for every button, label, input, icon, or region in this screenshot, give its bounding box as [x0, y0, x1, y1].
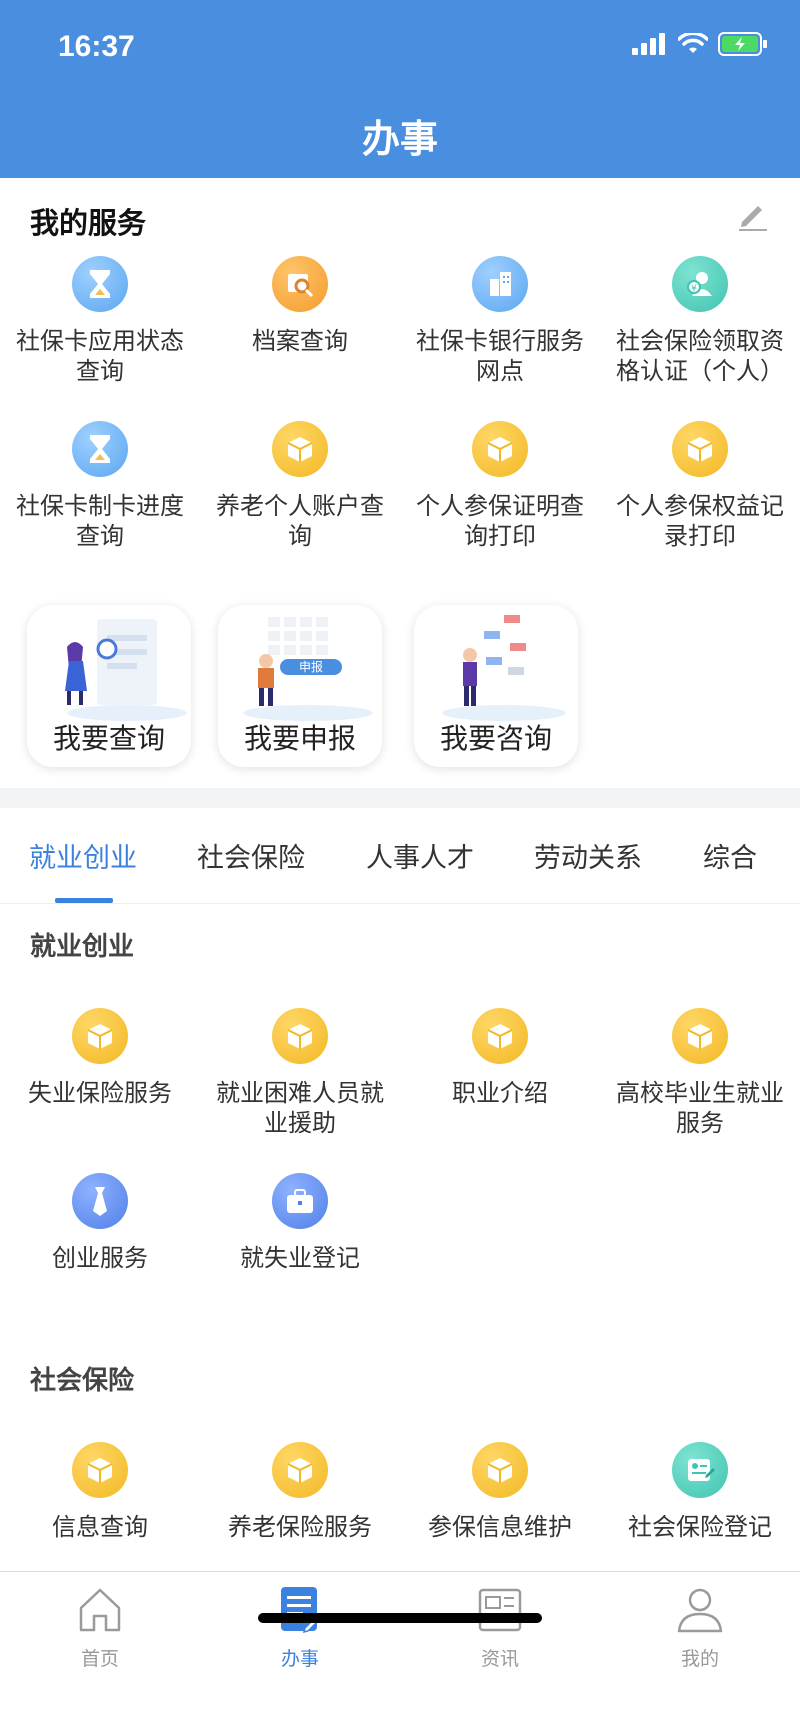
service-item[interactable]: 创业服务 [0, 1173, 200, 1273]
svg-text:申报: 申报 [299, 659, 323, 674]
box-icon [272, 421, 328, 477]
document-pen-icon [281, 1587, 324, 1634]
box-icon [272, 1442, 328, 1498]
section-divider [0, 788, 800, 808]
service-item[interactable]: 个人参保证明查询打印 [400, 421, 600, 551]
service-item[interactable]: 高校毕业生就业服务 [600, 1008, 800, 1138]
news-icon [478, 1588, 522, 1632]
box-icon [72, 1442, 128, 1498]
hourglass-icon [72, 256, 128, 312]
declare-illustration: 申报 [243, 617, 373, 721]
declare-card[interactable]: 申报 我要申报 [218, 605, 382, 767]
tab-indicator [55, 898, 113, 903]
status-time: 16:37 [58, 30, 135, 63]
header: 16:37 办事 [0, 0, 800, 178]
hourglass-icon [72, 421, 128, 477]
user-icon [677, 1588, 723, 1633]
query-illustration [65, 619, 187, 721]
svg-text:¥: ¥ [691, 284, 697, 294]
briefcase-icon [272, 1173, 328, 1229]
bottom-nav: 首页 办事 资讯 我的 [0, 1571, 800, 1731]
tab-general[interactable]: 综合 [703, 836, 757, 875]
wifi-icon [678, 33, 708, 53]
service-item[interactable]: 社会保险登记 [600, 1442, 800, 1542]
box-icon [472, 1442, 528, 1498]
service-item[interactable]: 养老保险服务 [200, 1442, 400, 1542]
box-icon [672, 1008, 728, 1064]
tab-labor-relations[interactable]: 劳动关系 [534, 836, 642, 875]
consult-card[interactable]: 我要咨询 [414, 605, 578, 767]
status-icons [632, 32, 768, 56]
nav-home[interactable]: 首页 [40, 1584, 160, 1671]
nav-services[interactable]: 办事 [240, 1584, 360, 1671]
box-icon [72, 1008, 128, 1064]
home-icon [79, 1588, 121, 1632]
box-icon [472, 1008, 528, 1064]
home-indicator[interactable] [258, 1613, 542, 1623]
nav-mine[interactable]: 我的 [640, 1584, 760, 1671]
service-item[interactable]: 个人参保权益记录打印 [600, 421, 800, 551]
category-title: 就业创业 [30, 932, 135, 962]
category-tabs: 就业创业 社会保险 人事人才 劳动关系 综合 [0, 808, 800, 904]
tie-icon [72, 1173, 128, 1229]
my-services-title: 我的服务 [30, 206, 147, 240]
tab-personnel[interactable]: 人事人才 [366, 836, 474, 875]
tab-employment[interactable]: 就业创业 [29, 836, 137, 875]
edit-icon[interactable] [736, 198, 770, 232]
service-item[interactable]: 信息查询 [0, 1442, 200, 1542]
file-search-icon [272, 256, 328, 312]
category-title: 社会保险 [30, 1366, 135, 1396]
service-item[interactable]: 就失业登记 [200, 1173, 400, 1273]
service-item[interactable]: 职业介绍 [400, 1008, 600, 1108]
service-item[interactable]: 失业保险服务 [0, 1008, 200, 1108]
query-card[interactable]: 我要查询 [27, 605, 191, 767]
service-item[interactable]: 档案查询 [200, 256, 400, 356]
box-icon [672, 421, 728, 477]
service-item[interactable]: ¥ 社会保险领取资格认证（个人） [600, 256, 800, 386]
person-verify-icon: ¥ [672, 256, 728, 312]
nav-news[interactable]: 资讯 [440, 1584, 560, 1671]
service-item[interactable]: 就业困难人员就业援助 [200, 1008, 400, 1138]
tab-social-insurance[interactable]: 社会保险 [197, 836, 305, 875]
service-item[interactable]: 社保卡应用状态查询 [0, 256, 200, 386]
battery-icon [718, 32, 767, 56]
my-services-section: 我的服务 社保卡应用状态查询 档案查询 社保卡银行服务网点 ¥ 社会保险领取资格… [0, 178, 800, 788]
service-item[interactable]: 养老个人账户查询 [200, 421, 400, 551]
service-item[interactable]: 社保卡银行服务网点 [400, 256, 600, 386]
box-icon [272, 1008, 328, 1064]
signal-icon [632, 33, 665, 55]
register-icon [672, 1442, 728, 1498]
page-title: 办事 [361, 117, 438, 161]
box-icon [472, 421, 528, 477]
service-item[interactable]: 社保卡制卡进度查询 [0, 421, 200, 551]
building-icon [472, 256, 528, 312]
consult-illustration [442, 615, 566, 721]
service-item[interactable]: 参保信息维护 [400, 1442, 600, 1542]
